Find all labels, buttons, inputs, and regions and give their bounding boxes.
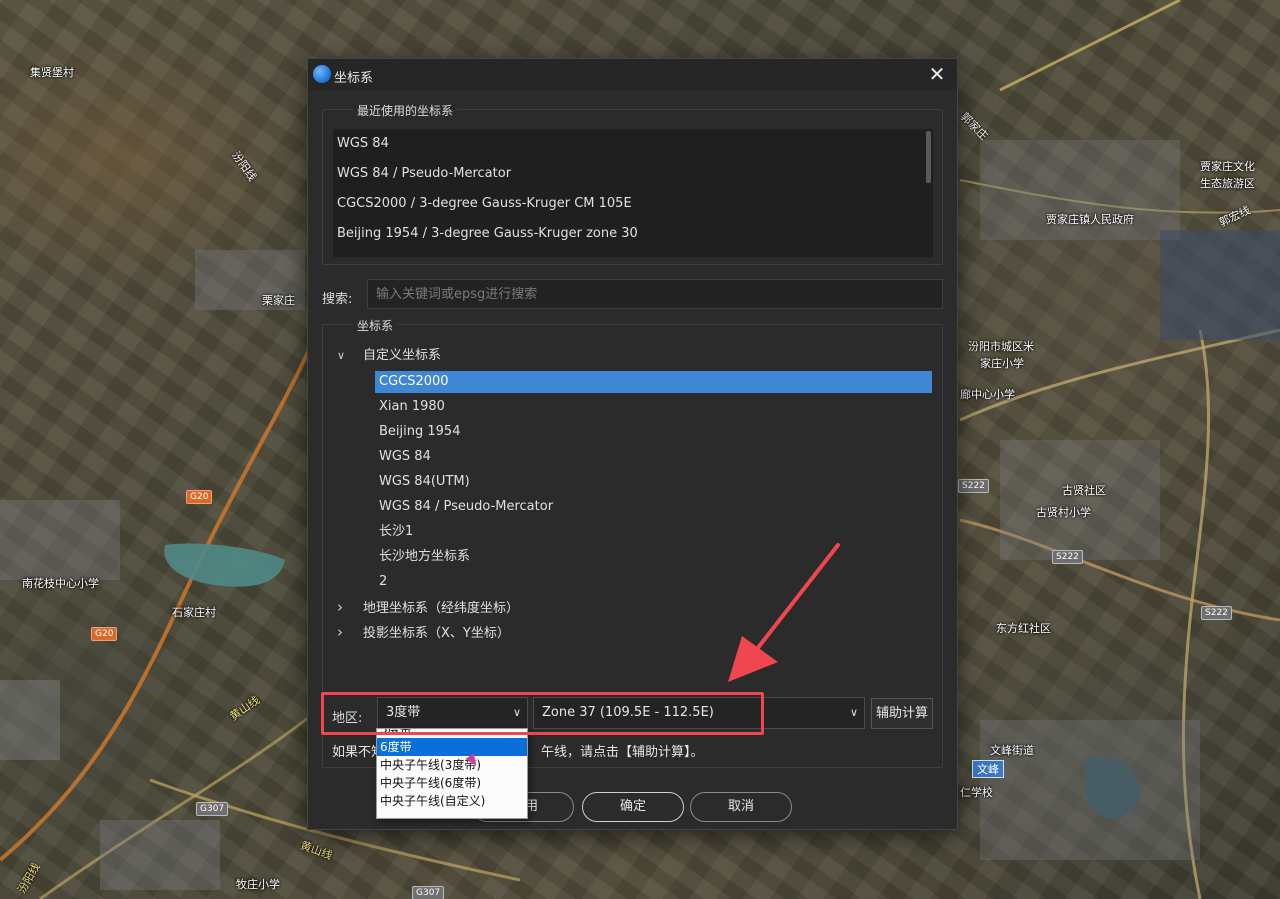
recent-scrollbar[interactable]: [926, 131, 931, 183]
dialog-titlebar[interactable]: 坐标系 ✕: [308, 59, 957, 91]
map-label: 生态旅游区: [1200, 177, 1255, 190]
map-label: 文峰街道: [990, 744, 1034, 757]
annotation-arrow-icon: [728, 543, 840, 682]
chevron-right-icon[interactable]: ›: [337, 596, 353, 618]
recent-group-title: 最近使用的坐标系: [353, 102, 458, 119]
dialog-title: 坐标系: [334, 71, 374, 86]
tree-item[interactable]: Beijing 1954: [379, 421, 460, 443]
chevron-right-icon[interactable]: ›: [337, 621, 353, 643]
tree-node-geographic[interactable]: › 地理坐标系（经纬度坐标）: [337, 596, 519, 618]
road-badge: G307: [196, 802, 229, 816]
tree-item[interactable]: WGS 84: [379, 446, 431, 468]
zone-select[interactable]: Zone 37 (109.5E - 112.5E) ∨: [533, 697, 865, 729]
tree-item[interactable]: 2: [379, 571, 387, 593]
tree-item[interactable]: WGS 84 / Pseudo-Mercator: [379, 496, 553, 518]
map-label: 文峰: [972, 760, 1004, 778]
map-label: 汾阳市城区米: [968, 340, 1034, 353]
app-logo-icon: [313, 65, 331, 83]
recent-item[interactable]: WGS 84: [333, 129, 933, 159]
road-badge: G307: [412, 886, 445, 899]
hint-suffix: 午线，请点击【辅助计算】。: [541, 745, 704, 760]
search-input[interactable]: [367, 279, 943, 309]
band-dropdown-list[interactable]: 3度带 6度带 中央子午线(3度带) 中央子午线(6度带) 中央子午线(自定义): [376, 728, 528, 819]
dropdown-option[interactable]: 中央子午线(自定义): [377, 792, 527, 810]
tree-item[interactable]: WGS 84(UTM): [379, 471, 470, 493]
map-label: 集贤堡村: [30, 66, 74, 79]
road-badge: S222: [958, 479, 989, 493]
band-select[interactable]: 3度带 ∨: [377, 697, 528, 729]
map-label: 东方红社区: [996, 622, 1051, 635]
ok-button[interactable]: 确定: [582, 792, 684, 822]
recent-list[interactable]: WGS 84 WGS 84 / Pseudo-Mercator CGCS2000…: [333, 129, 933, 257]
dropdown-option[interactable]: 3度带: [377, 729, 527, 738]
road-badge: G20: [91, 627, 118, 641]
chevron-down-icon: ∨: [849, 706, 858, 719]
close-button[interactable]: ✕: [925, 63, 949, 87]
region-label: 地区:: [332, 711, 363, 726]
chevron-down-icon: ∨: [512, 706, 521, 719]
road-badge: G20: [186, 490, 213, 504]
dropdown-option[interactable]: 6度带: [377, 738, 527, 756]
map-label: 贾家庄镇人民政府: [1046, 213, 1134, 226]
recent-item[interactable]: WGS 84 / Pseudo-Mercator: [333, 159, 933, 189]
dropdown-option[interactable]: 中央子午线(6度带): [377, 774, 527, 792]
tree-node-label: 投影坐标系（X、Y坐标）: [363, 626, 510, 641]
tree-node-projected[interactable]: › 投影坐标系（X、Y坐标）: [337, 621, 510, 643]
map-label: 贾家庄文化: [1200, 160, 1255, 173]
tree-item-cgcs2000[interactable]: CGCS2000: [375, 371, 932, 393]
chevron-down-icon[interactable]: ∨: [337, 345, 353, 367]
map-label: 牧庄小学: [236, 878, 280, 891]
tree-node-label: 地理坐标系（经纬度坐标）: [363, 601, 520, 616]
recent-item[interactable]: Beijing 1954 / 3-degree Gauss-Kruger zon…: [333, 219, 933, 249]
dropdown-option[interactable]: 中央子午线(3度带): [377, 756, 527, 774]
tree-item[interactable]: 长沙地方坐标系: [379, 546, 470, 568]
map-label: 栗家庄: [262, 294, 295, 307]
cancel-button[interactable]: 取消: [690, 792, 792, 822]
road-badge: S222: [1052, 550, 1083, 564]
tree-item[interactable]: Xian 1980: [379, 396, 445, 418]
map-label: 石家庄村: [172, 606, 216, 619]
coordinate-system-dialog: 坐标系 ✕ 最近使用的坐标系 WGS 84 WGS 84 / Pseudo-Me…: [307, 58, 958, 830]
band-select-value: 3度带: [386, 705, 421, 720]
map-label: 仁学校: [960, 786, 993, 799]
map-label: 廊中心小学: [960, 388, 1015, 401]
zone-select-value: Zone 37 (109.5E - 112.5E): [542, 705, 714, 720]
map-label: 家庄小学: [980, 357, 1024, 370]
map-label: 南花枝中心小学: [22, 577, 99, 590]
crs-group-title: 坐标系: [353, 317, 398, 334]
recent-item[interactable]: CGCS2000 / 3-degree Gauss-Kruger CM 105E: [333, 189, 933, 219]
road-badge: S222: [1201, 606, 1232, 620]
helper-calc-button[interactable]: 辅助计算: [871, 698, 933, 729]
tree-node-label: 自定义坐标系: [363, 348, 442, 363]
tree-node-custom[interactable]: ∨ 自定义坐标系: [337, 345, 441, 367]
map-label: 古贤社区: [1062, 484, 1106, 497]
map-label: 古贤村小学: [1036, 506, 1091, 519]
search-label: 搜索:: [322, 292, 353, 307]
tree-item[interactable]: 长沙1: [379, 521, 413, 543]
